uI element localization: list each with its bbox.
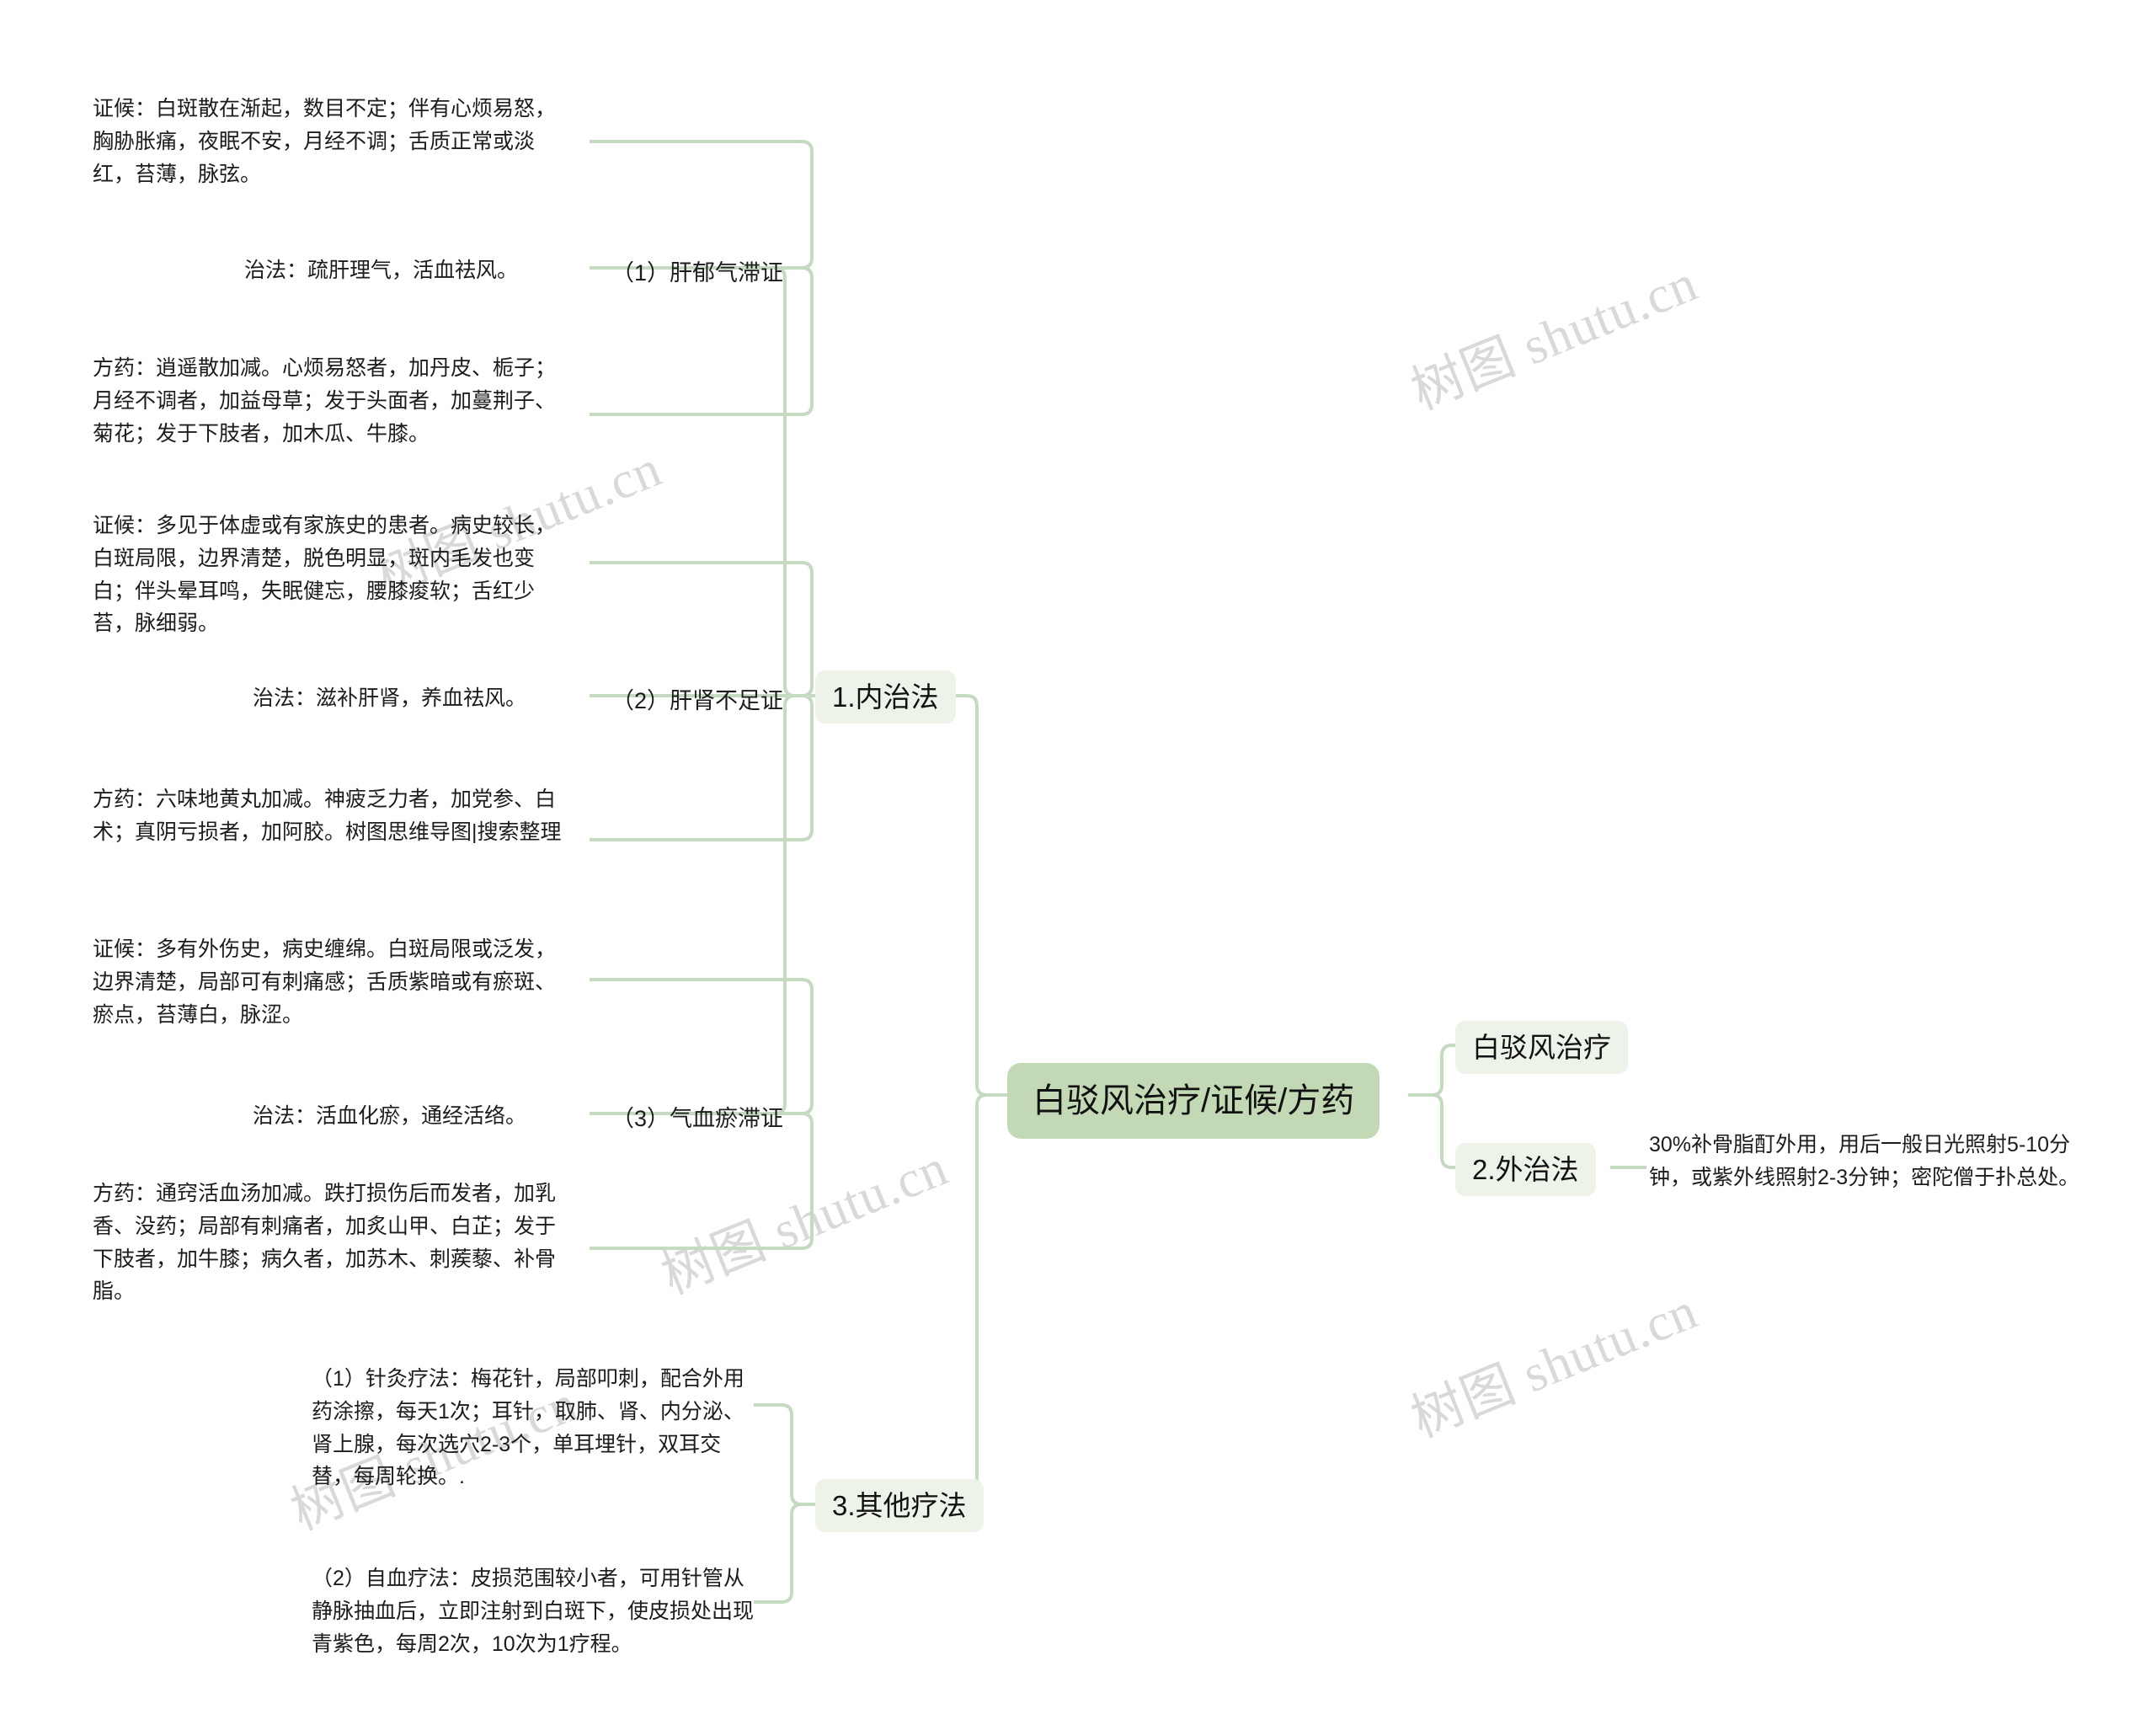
connector-c3-to-zhenghou [590,978,814,1115]
leaf-c3-zhenghou[interactable]: 证候：多有外伤史，病史缠绵。白斑局限或泛发，边界清楚，局部可有刺痛感；舌质紫暗或… [93,933,564,1031]
connector-c1-to-fangyao [590,266,814,416]
branch-node-external[interactable]: 2.外治法 [1455,1143,1596,1197]
branch-label-other: 3.其他疗法 [815,1479,984,1533]
leaf-c3-fangyao[interactable]: 方药：通窍活血汤加减。跌打损伤后而发者，加乳香、没药；局部有刺痛者，加炙山甲、白… [93,1178,564,1308]
connector-other-to-l1 [754,1403,815,1506]
sublabel-ganyu-qizhi[interactable]: （1）肝郁气滞证 [611,254,783,287]
leaf-c3-zhifa[interactable]: 治法：活血化瘀，通经活络。 [253,1100,590,1133]
connector-c2-to-fangyao [590,694,814,841]
branch-label-internal: 1.内治法 [815,670,956,724]
connector-internal-to-c3 [758,694,815,1115]
mindmap-canvas: 树图 shutu.cn 树图 shutu.cn 树图 shutu.cn 树图 s… [0,0,2156,1725]
branch-label-baibofeng-title: 白驳风治疗 [1455,1021,1628,1075]
leaf-c2-zhifa[interactable]: 治法：滋补肝肾，养血祛风。 [253,682,590,715]
connector-other-to-l2 [754,1503,815,1604]
watermark: 树图 shutu.cn [1403,254,1705,421]
watermark: 树图 shutu.cn [654,1139,956,1306]
leaf-external-detail[interactable]: 30%补骨脂酊外用，用后一般日光照射5-10分钟，或紫外线照射2-3分钟；密陀僧… [1649,1129,2095,1194]
leaf-c1-zhenghou[interactable]: 证候：白斑散在渐起，数目不定；伴有心烦易怒，胸胁胀痛，夜眠不安，月经不调；舌质正… [93,93,564,190]
root-node[interactable]: 白驳风治疗/证候/方药 [1007,1063,1380,1139]
sublabel-ganshen-buzu[interactable]: （2）肝肾不足证 [611,682,783,715]
connector-c2-to-zhenghou [590,561,814,697]
branch-node-internal[interactable]: 1.内治法 [815,670,956,724]
leaf-c1-zhifa[interactable]: 治法：疏肝理气，活血祛风。 [244,254,590,287]
connector-root-to-other [950,1093,1007,1506]
branch-node-other[interactable]: 3.其他疗法 [815,1479,984,1533]
leaf-other-autohemotherapy[interactable]: （2）自血疗法：皮损范围较小者，可用针管从静脉抽血后，立即注射到白斑下，使皮损处… [312,1562,754,1660]
root-node-label: 白驳风治疗/证候/方药 [1007,1063,1380,1139]
branch-label-external: 2.外治法 [1455,1143,1596,1197]
connector-c3-to-fangyao [590,1112,814,1250]
leaf-other-acupuncture[interactable]: （1）针灸疗法：梅花针，局部叩刺，配合外用药涂擦，每天1次；耳针，取肺、肾、内分… [312,1363,754,1493]
leaf-c2-fangyao[interactable]: 方药：六味地黄丸加减。神疲乏力者，加党参、白术；真阴亏损者，加阿胶。树图思维导图… [93,783,564,849]
watermark: 树图 shutu.cn [1403,1282,1705,1449]
connector-c1-to-zhenghou [590,140,814,270]
sublabel-qixue-yuzhi[interactable]: （3）气血瘀滞证 [611,1100,783,1133]
leaf-c1-fangyao[interactable]: 方药：逍遥散加减。心烦易怒者，加丹皮、栀子；月经不调者，加益母草；发于头面者，加… [93,352,564,450]
branch-node-baibofeng-title[interactable]: 白驳风治疗 [1455,1021,1628,1075]
leaf-c2-zhenghou[interactable]: 证候：多见于体虚或有家族史的患者。病史较长，白斑局限，边界清楚，脱色明显，斑内毛… [93,510,564,640]
connector-root-to-internal [950,694,1007,1097]
connector-internal-to-c1 [758,266,815,697]
